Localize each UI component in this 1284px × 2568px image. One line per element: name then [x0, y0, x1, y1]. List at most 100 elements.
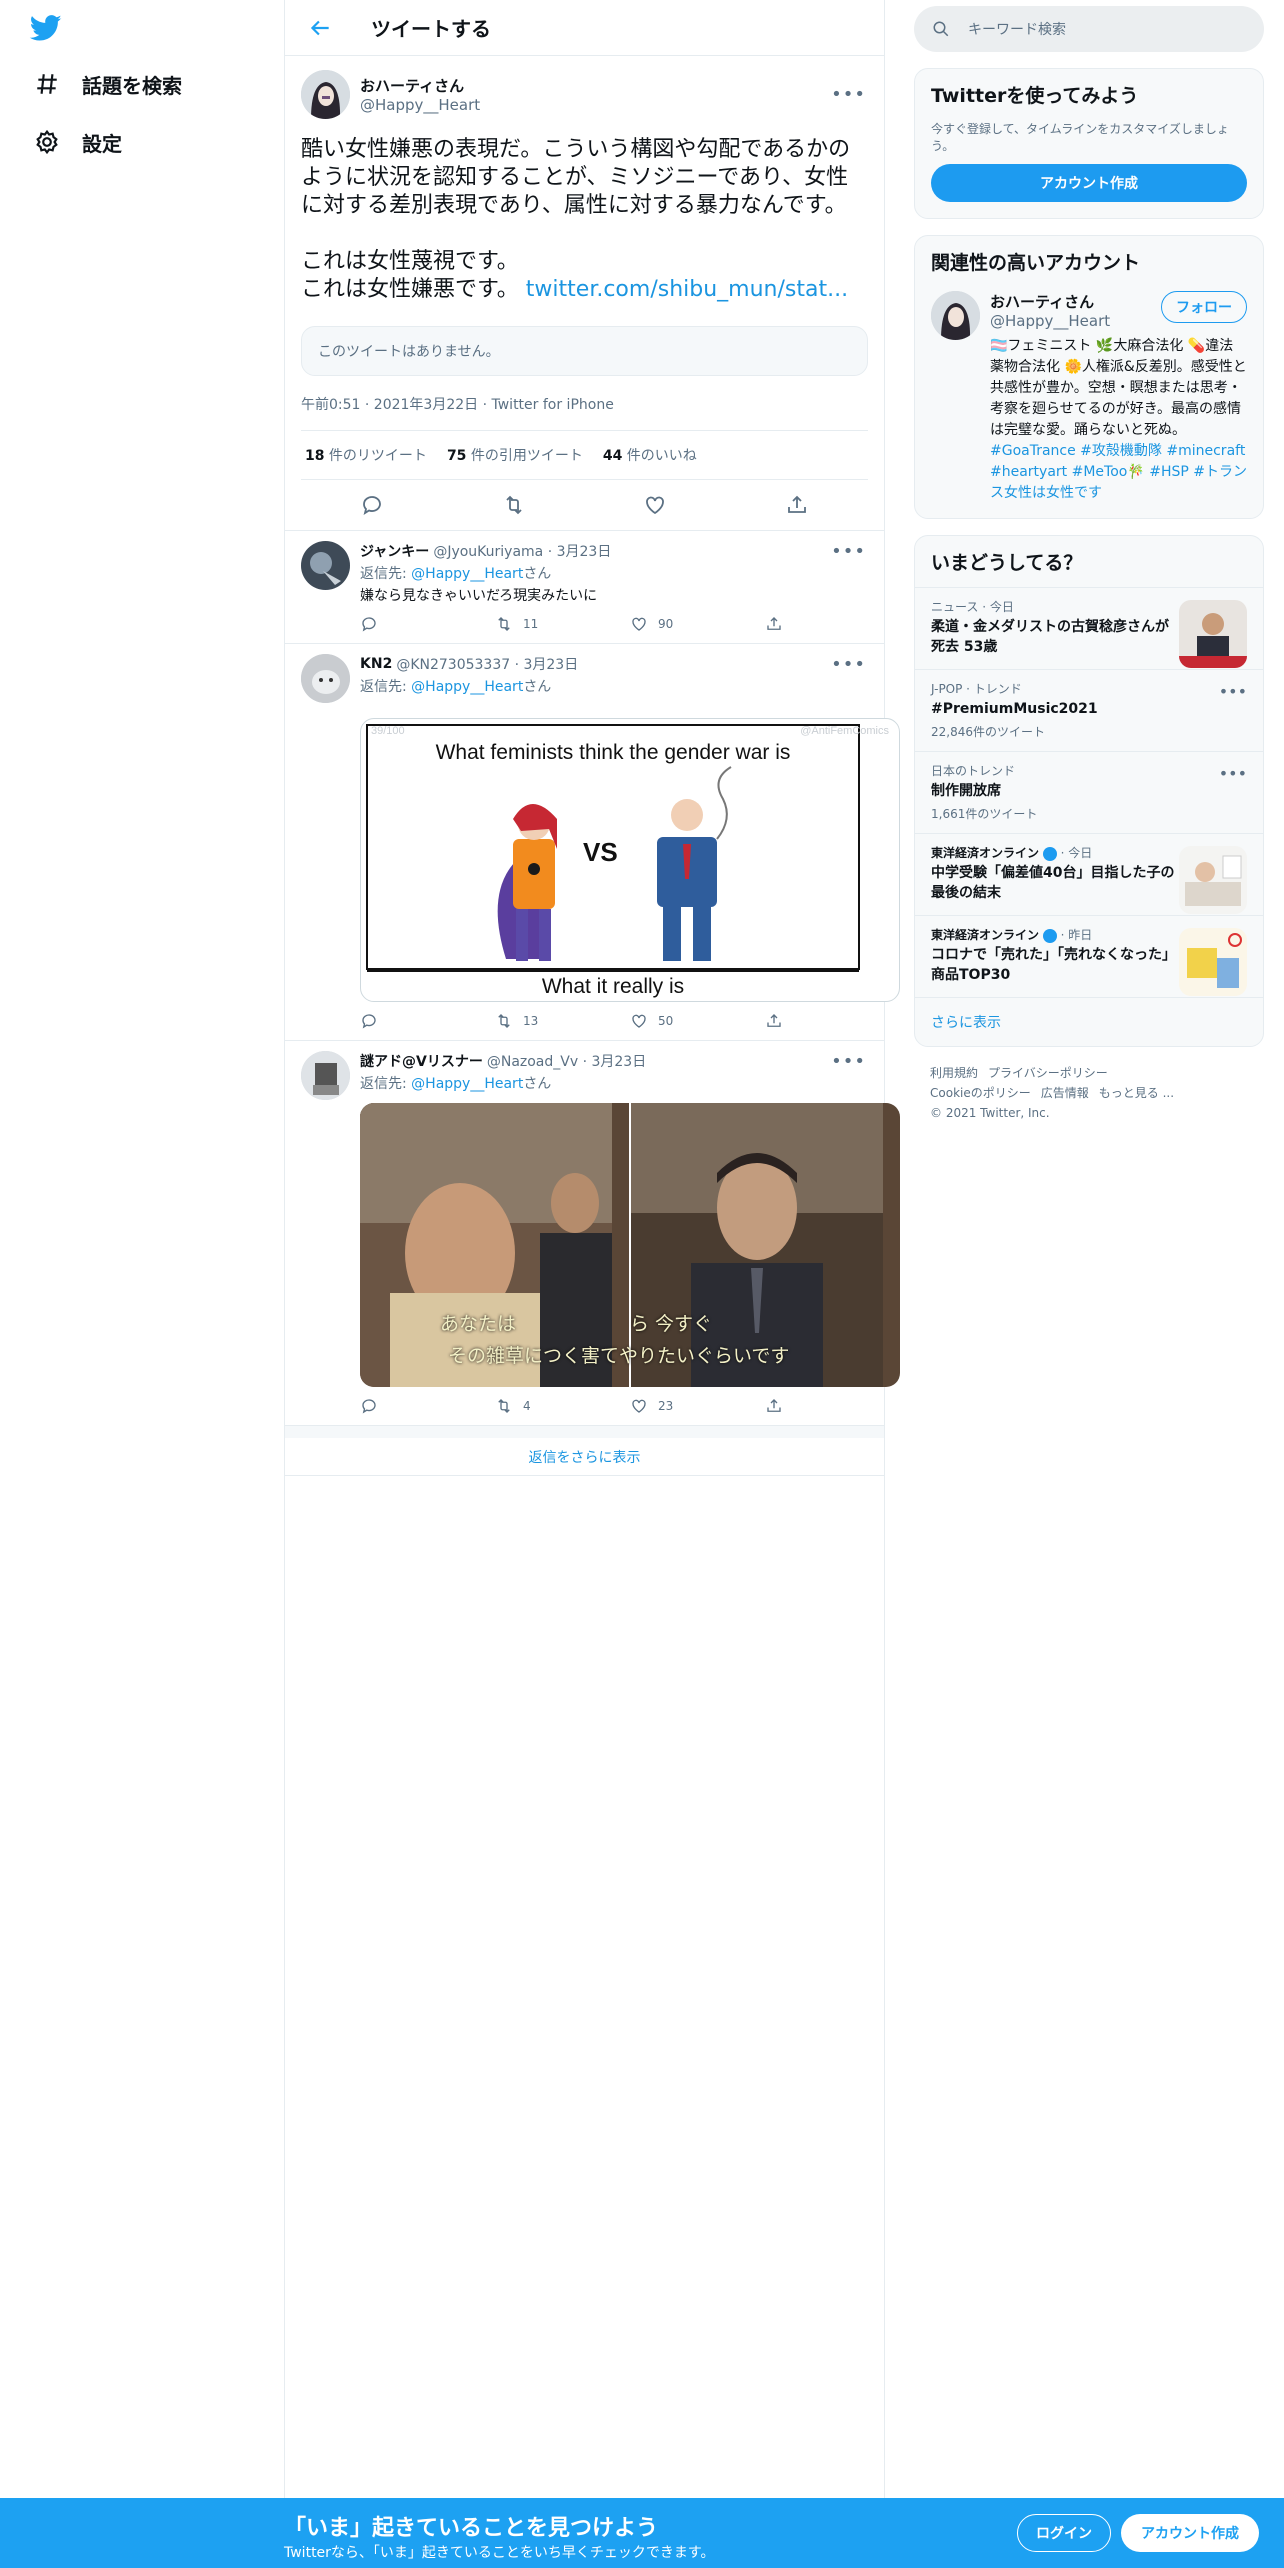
footer-privacy[interactable]: プライバシーポリシー	[988, 1066, 1108, 1080]
author-handle[interactable]: @Happy__Heart	[360, 96, 480, 114]
nav-settings-label: 設定	[82, 131, 122, 156]
footer-ads[interactable]: 広告情報	[1041, 1086, 1089, 1100]
avatar[interactable]	[301, 654, 350, 703]
share-icon	[767, 617, 781, 630]
signup-button[interactable]: アカウント作成	[1121, 2514, 1259, 2552]
trend-count: 22,846件のツイート	[931, 725, 1045, 739]
footer-cookie[interactable]: Cookieのポリシー	[930, 1086, 1031, 1100]
quoted-tweet-unavailable: このツイートはありません。	[301, 326, 868, 376]
twitter-logo-icon[interactable]	[28, 12, 64, 44]
reply-tweet[interactable]: ••• 謎アド@Vリスナー @Nazoad_Vv · 3月23日 返信先: @Ha…	[285, 1041, 900, 1426]
trend-title: 中学受験「偏差値40台」目指した子の最後の結末	[931, 865, 1175, 901]
bottom-bar-subtitle: Twitterなら、「いま」起きていることをいち早くチェックできます。	[284, 2545, 715, 2561]
reply-to-prefix: 返信先:	[360, 566, 412, 582]
nav-explore-label: 話題を検索	[82, 73, 182, 98]
trend-source: 東洋経済オンライン	[931, 928, 1040, 942]
show-more-trends[interactable]: さらに表示	[915, 997, 1263, 1046]
reply-to-handle[interactable]: @Happy__Heart	[411, 566, 523, 582]
tweet-stats: 18 件のリツイート 75 件の引用ツイート 44 件のいいね	[301, 431, 868, 480]
avatar[interactable]	[301, 541, 350, 590]
reply-button[interactable]	[360, 1397, 495, 1415]
retweet-button[interactable]: 4	[495, 1397, 630, 1415]
trend-thumbnail	[1179, 846, 1247, 914]
reply-button[interactable]	[360, 615, 495, 633]
share-button[interactable]	[765, 615, 900, 633]
show-more-replies[interactable]: 返信をさらに表示	[285, 1426, 884, 1476]
reply-actions: 11 90	[360, 615, 900, 633]
author-name[interactable]: おハーティさん	[360, 75, 480, 96]
share-icon[interactable]	[785, 493, 809, 517]
trend-title: 制作開放席	[931, 783, 1001, 799]
search-box[interactable]: キーワード検索	[914, 6, 1264, 52]
tweet-text: 酷い女性嫌悪の表現だ。こういう構図や勾配であるかのように状況を認知することが、ミ…	[301, 136, 868, 304]
share-icon	[767, 1014, 781, 1027]
search-input[interactable]: キーワード検索	[968, 19, 1066, 39]
relevant-accounts-title: 関連性の高いアカウント	[931, 252, 1141, 274]
reply-meta[interactable]: @JyouKuriyama · 3月23日	[433, 541, 611, 561]
share-button[interactable]	[765, 1397, 900, 1415]
footer-more[interactable]: もっと見る ...	[1099, 1086, 1174, 1100]
trends-title: いまどうしてる？	[931, 552, 1083, 574]
account-handle[interactable]: @Happy__Heart	[990, 312, 1110, 330]
retweet-count: 11	[523, 617, 539, 631]
retweet-button[interactable]: 13	[495, 1012, 630, 1030]
reply-tweet[interactable]: ••• ジャンキー @JyouKuriyama · 3月23日 返信先: @Hap…	[285, 531, 884, 644]
signup-description: 今すぐ登録して、タイムラインをカスタマイズしましょう。	[931, 122, 1229, 153]
reply-author-name[interactable]: KN2	[360, 656, 392, 672]
more-options-icon[interactable]: •••	[831, 654, 866, 675]
more-options-icon[interactable]: •••	[831, 541, 866, 562]
reply-icon	[362, 1399, 376, 1414]
like-button[interactable]: 50	[630, 1012, 765, 1030]
like-count: 44	[602, 448, 623, 464]
share-button[interactable]	[765, 1012, 900, 1030]
focal-author[interactable]: おハーティさん @Happy__Heart •••	[301, 68, 868, 120]
footer-terms[interactable]: 利用規約	[930, 1066, 978, 1080]
reply-author-name[interactable]: 謎アド@Vリスナー	[360, 1051, 483, 1071]
reply-to: 返信先: @Happy__Heartさん	[360, 1073, 900, 1093]
like-icon[interactable]	[643, 493, 667, 517]
quote-stat[interactable]: 75 件の引用ツイート	[447, 445, 583, 465]
nav-settings[interactable]: 設定	[34, 120, 122, 164]
avatar[interactable]	[301, 1051, 350, 1100]
trend-item[interactable]: ニュース · 今日 柔道・金メダリストの古賀稔彦さんが死去 53歳	[915, 587, 1263, 669]
retweet-stat[interactable]: 18 件のリツイート	[305, 445, 427, 465]
like-button[interactable]: 23	[630, 1397, 765, 1415]
like-stat[interactable]: 44 件のいいね	[603, 445, 697, 465]
like-count: 90	[658, 617, 674, 631]
more-options-icon[interactable]: •••	[831, 84, 866, 105]
nav-explore[interactable]: 話題を検索	[34, 62, 182, 106]
retweet-button[interactable]: 11	[495, 615, 630, 633]
avatar[interactable]	[301, 69, 350, 119]
comic-watermark: @AntiFemComics	[800, 725, 889, 737]
create-account-button[interactable]: アカウント作成	[931, 164, 1247, 202]
reply-icon[interactable]	[360, 493, 384, 517]
reply-button[interactable]	[360, 1012, 495, 1030]
account-name[interactable]: おハーティさん	[990, 291, 1110, 312]
like-button[interactable]: 90	[630, 615, 765, 633]
back-arrow-icon[interactable]	[307, 15, 333, 41]
account-bio-hashtags[interactable]: #GoaTrance #攻殻機動隊 #minecraft #heartyart …	[990, 443, 1247, 501]
reply-author-name[interactable]: ジャンキー	[360, 541, 429, 561]
reply-tweet[interactable]: ••• KN2 @KN273053337 · 3月23日 返信先: @Happy_…	[285, 644, 900, 1041]
more-options-icon[interactable]: •••	[831, 1051, 866, 1072]
retweet-count: 4	[523, 1399, 531, 1413]
reply-to-handle[interactable]: @Happy__Heart	[411, 1076, 523, 1092]
login-button[interactable]: ログイン	[1017, 2514, 1111, 2552]
reply-meta[interactable]: @Nazoad_Vv · 3月23日	[487, 1051, 646, 1071]
tweet-link[interactable]: twitter.com/shibu_mun/stat...	[526, 277, 848, 302]
account-item[interactable]: おハーティさん @Happy__Heart フォロー 🏳️‍⚧️フェミニスト 🌿…	[915, 287, 1263, 518]
more-options-icon[interactable]: •••	[1219, 764, 1247, 783]
trend-item[interactable]: 東洋経済オンライン · 今日 中学受験「偏差値40台」目指した子の最後の結末	[915, 833, 1263, 915]
avatar[interactable]	[931, 291, 980, 340]
more-options-icon[interactable]: •••	[1219, 682, 1247, 701]
follow-button[interactable]: フォロー	[1161, 291, 1247, 323]
tweet-timestamp[interactable]: 午前0:51 · 2021年3月22日 · Twitter for iPhone	[301, 394, 868, 431]
trend-item[interactable]: 日本のトレンド 制作開放席 1,661件のツイート •••	[915, 751, 1263, 833]
trend-thumbnail	[1179, 600, 1247, 668]
comic-image[interactable]: What feminists think the gender war is V…	[360, 718, 900, 1002]
trend-item[interactable]: 東洋経済オンライン · 昨日 コロナで「売れた」「売れなくなった」商品TOP30	[915, 915, 1263, 997]
reply-to-handle[interactable]: @Happy__Heart	[411, 679, 523, 695]
trend-item[interactable]: J-POP · トレンド #PremiumMusic2021 22,846件のツ…	[915, 669, 1263, 751]
retweet-icon[interactable]	[502, 493, 526, 517]
reply-meta[interactable]: @KN273053337 · 3月23日	[396, 654, 578, 674]
